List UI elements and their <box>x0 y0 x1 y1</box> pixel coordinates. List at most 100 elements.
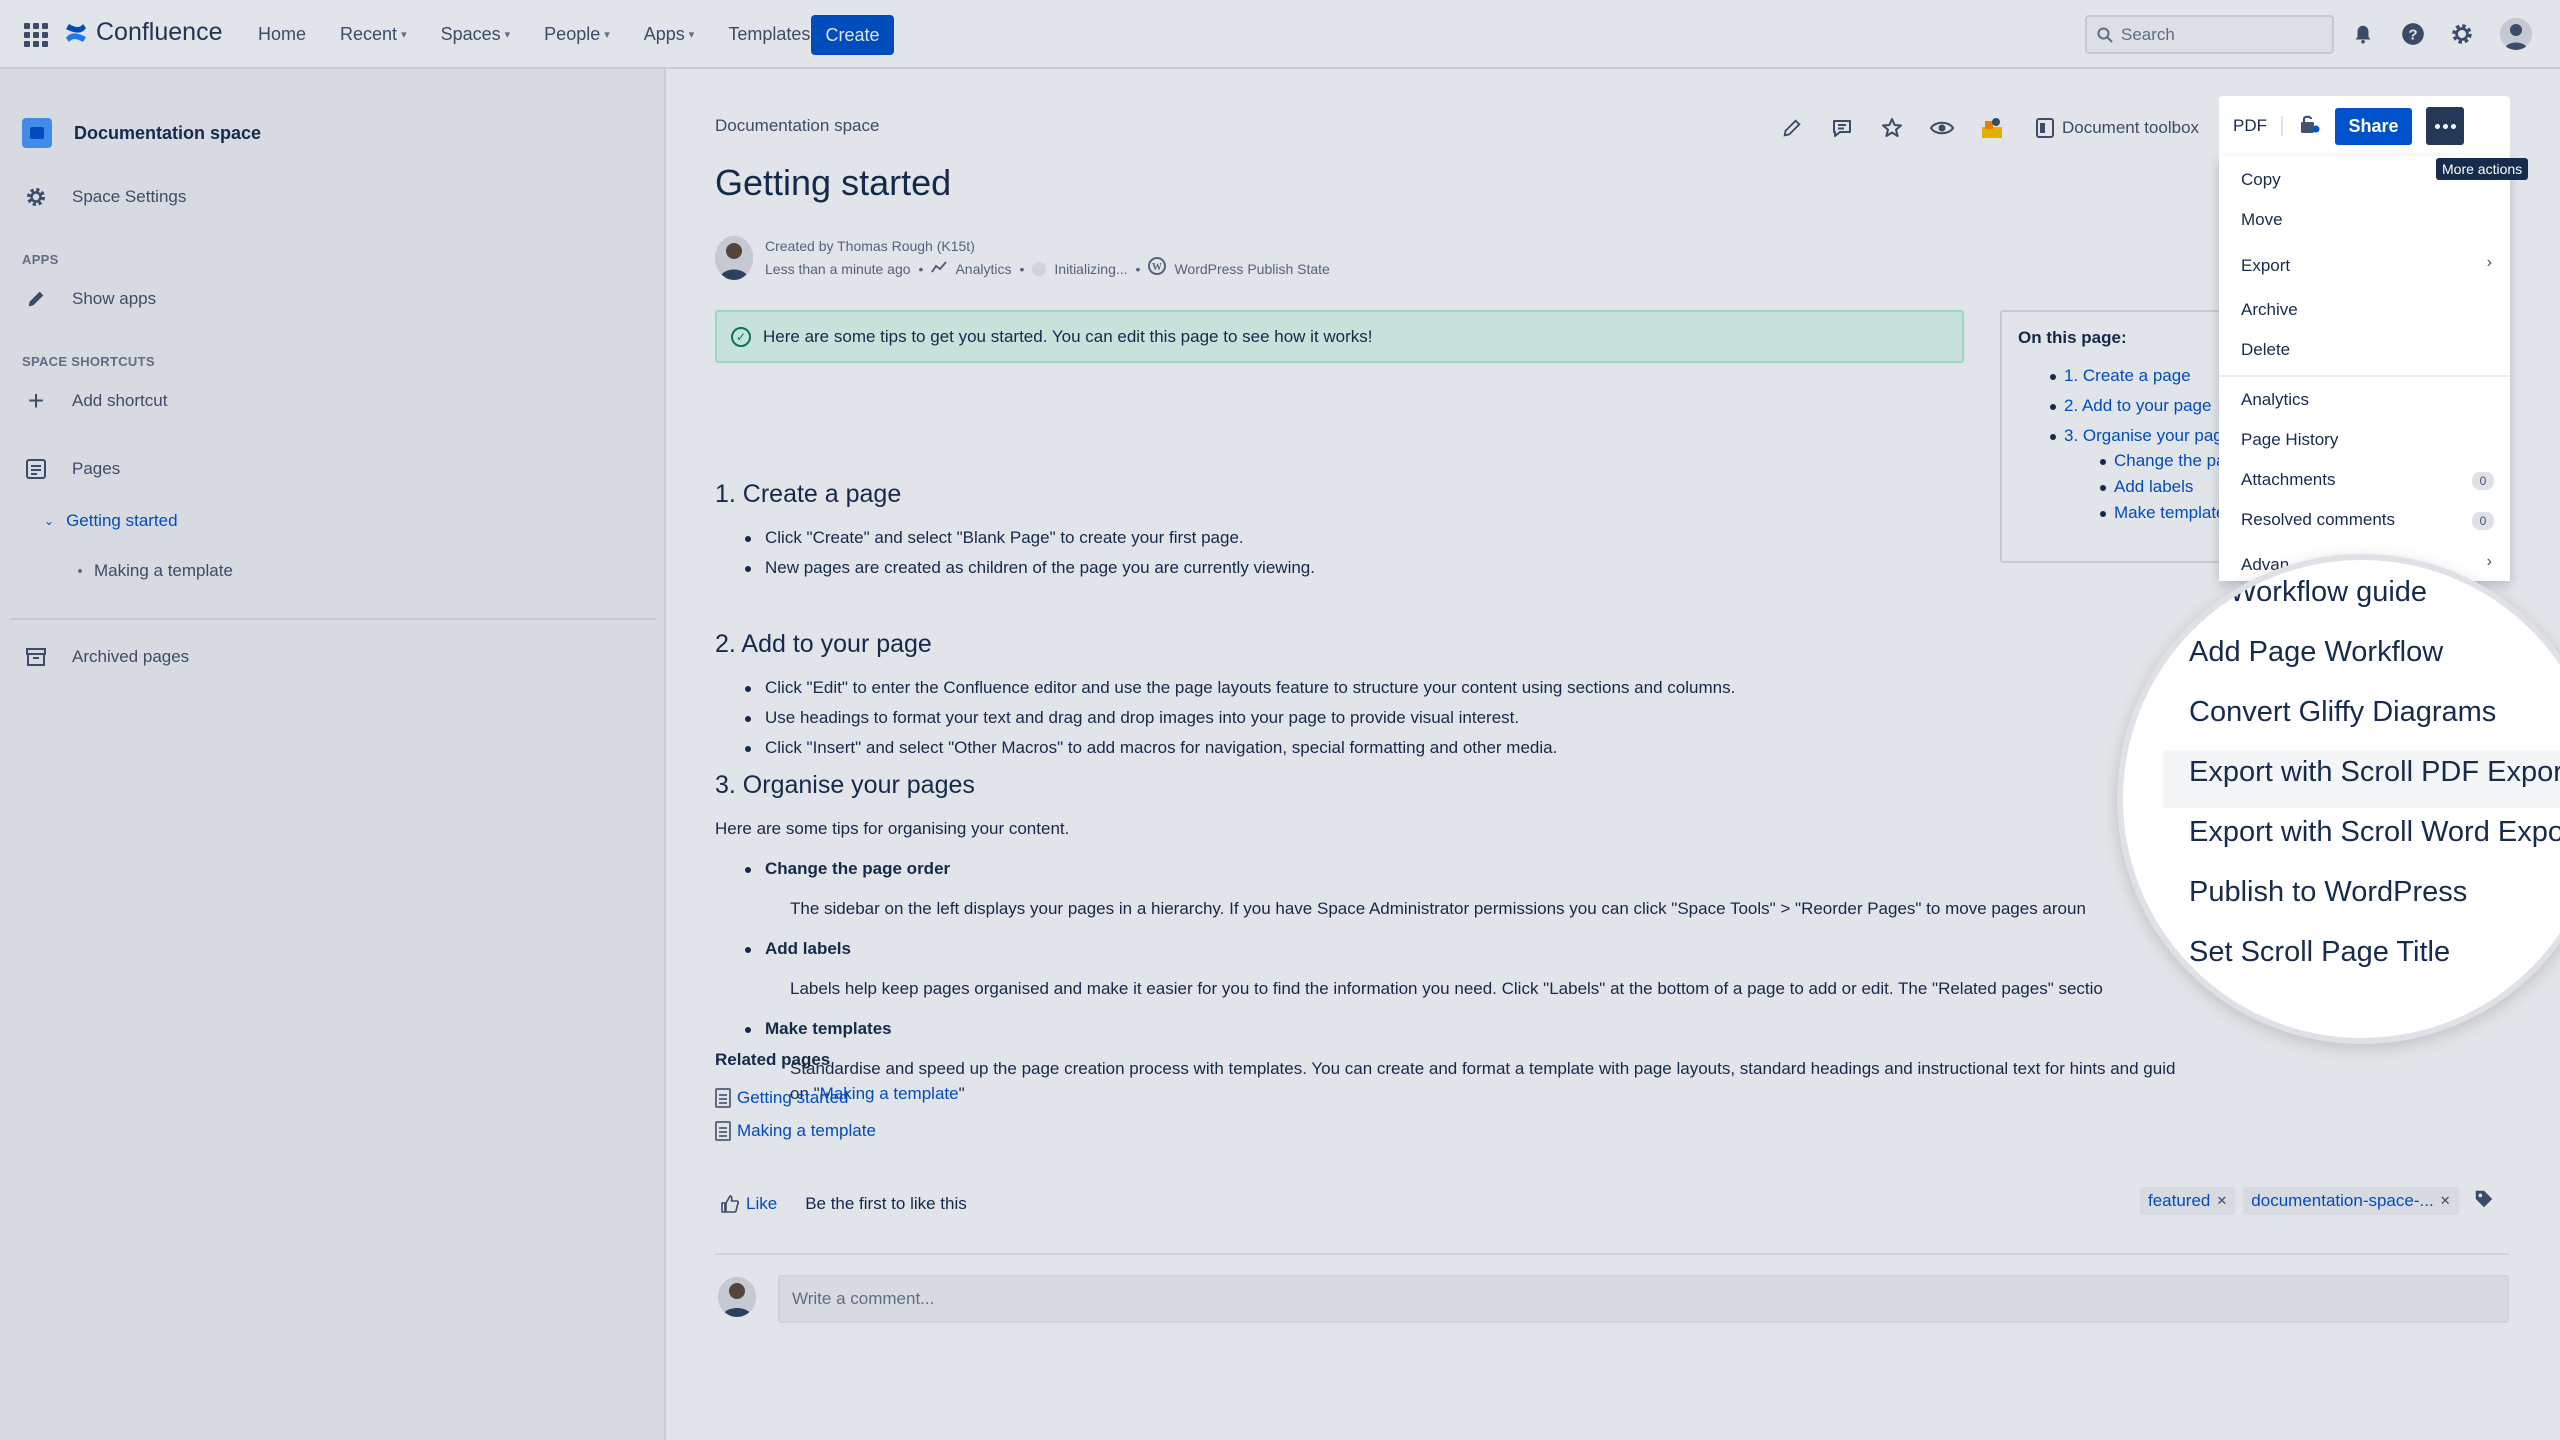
user-avatar[interactable] <box>2500 18 2532 50</box>
list-item-heading: Make templates <box>745 1019 892 1038</box>
menu-item-set-scroll-page-title[interactable]: Set Scroll Page Title <box>2189 936 2450 969</box>
create-button[interactable]: Create <box>811 15 894 55</box>
comment-icon[interactable] <box>1828 114 1856 142</box>
toc-link[interactable]: 3. Organise your pag <box>2064 426 2223 446</box>
last-updated-text[interactable]: Less than a minute ago <box>765 259 911 280</box>
nav-templates[interactable]: Templates <box>720 18 818 51</box>
created-by-text: Created by Thomas Rough (K15t) <box>765 238 975 254</box>
comment-placeholder: Write a comment... <box>792 1289 935 1308</box>
nav-apps[interactable]: Apps ▾ <box>636 18 703 51</box>
related-page-item[interactable]: Getting started <box>715 1088 849 1108</box>
toc-link[interactable]: Add labels <box>2114 477 2193 497</box>
label-text[interactable]: featured <box>2148 1191 2210 1211</box>
tree-item-label: Making a template <box>94 561 233 580</box>
toc-link[interactable]: 1. Create a page <box>2064 366 2191 386</box>
pages-link[interactable]: Pages <box>22 455 120 483</box>
archived-pages-link[interactable]: Archived pages <box>22 643 189 671</box>
nav-people[interactable]: People ▾ <box>536 18 618 51</box>
menu-item-copy[interactable]: Copy <box>2241 170 2281 190</box>
settings-gear-icon[interactable] <box>2448 20 2476 48</box>
menu-item-scroll-word-exporter[interactable]: Export with Scroll Word Exporter <box>2189 816 2560 849</box>
info-panel-text: Here are some tips to get you started. Y… <box>763 326 1373 346</box>
show-apps-link[interactable]: Show apps <box>22 285 156 313</box>
comment-divider <box>715 1253 2509 1255</box>
primary-nav: Home Recent ▾ Spaces ▾ People ▾ Apps ▾ Templ… <box>250 0 818 68</box>
document-toolbox-button[interactable]: Document toolbox <box>2036 118 2199 138</box>
tree-item-making-a-template[interactable]: Making a template <box>78 561 233 581</box>
notifications-icon[interactable] <box>2349 20 2377 48</box>
star-icon[interactable] <box>1878 114 1906 142</box>
label-text[interactable]: documentation-space-... <box>2251 1191 2433 1211</box>
nav-spaces[interactable]: Spaces ▾ <box>433 18 519 51</box>
nav-home[interactable]: Home <box>250 18 314 51</box>
wordpress-icon: W <box>1148 257 1167 281</box>
breadcrumb-space[interactable]: Documentation space <box>715 116 879 135</box>
tree-item-getting-started[interactable]: ⌄ Getting started <box>44 511 178 531</box>
share-button[interactable]: Share <box>2335 107 2412 145</box>
toc-link[interactable]: Make template <box>2114 503 2226 523</box>
edit-pencil-icon[interactable] <box>1778 114 1806 142</box>
chevron-down-icon[interactable]: ⌄ <box>44 514 54 528</box>
dot-icon <box>2442 123 2448 129</box>
space-settings-label: Space Settings <box>72 187 187 206</box>
breadcrumb[interactable]: Documentation space <box>715 116 879 136</box>
list-item-heading: Add labels <box>745 939 851 958</box>
workflow-app-icon[interactable] <box>1978 114 2006 142</box>
help-icon[interactable]: ? <box>2399 20 2427 48</box>
remove-label-icon[interactable]: ✕ <box>2440 1193 2451 1209</box>
table-of-contents: On this page: 1. Create a page 2. Add to… <box>2000 310 2226 563</box>
label-chip[interactable]: featured ✕ <box>2140 1187 2236 1215</box>
comment-input[interactable]: Write a comment... <box>778 1275 2509 1323</box>
confluence-logo[interactable]: Confluence <box>64 18 222 47</box>
related-page-item[interactable]: Making a template <box>715 1121 876 1141</box>
menu-item-scroll-pdf-exporter[interactable]: Export with Scroll PDF Exporter <box>2189 756 2560 789</box>
related-page-link[interactable]: Making a template <box>737 1121 876 1141</box>
chevron-down-icon: ▾ <box>504 28 511 41</box>
analytics-link[interactable]: Analytics <box>955 259 1011 280</box>
space-settings-link[interactable]: Space Settings <box>22 183 186 211</box>
space-header[interactable]: Documentation space <box>22 118 261 148</box>
menu-item-delete[interactable]: Delete <box>2241 340 2290 360</box>
toc-link[interactable]: Change the pa <box>2114 451 2226 471</box>
list-item-heading: Change the page order <box>744 859 951 878</box>
nav-recent[interactable]: Recent ▾ <box>332 18 415 51</box>
restrictions-lock-icon[interactable] <box>2297 112 2321 141</box>
menu-item-export-label: Export <box>2241 256 2291 275</box>
space-title: Documentation space <box>74 122 262 143</box>
author-avatar[interactable] <box>715 236 753 280</box>
like-bar: Like Be the first to like this <box>720 1194 967 1214</box>
menu-item-workflow-guide[interactable]: ge Workflow guide <box>2189 576 2427 609</box>
separator-dot: • <box>1019 260 1025 277</box>
paragraph: Here are some tips for organising your c… <box>715 819 1070 838</box>
label-chip[interactable]: documentation-space-... ✕ <box>2243 1187 2459 1215</box>
menu-item-convert-gliffy[interactable]: Convert Gliffy Diagrams <box>2189 696 2496 729</box>
app-switcher-icon[interactable] <box>24 23 48 47</box>
list-item: New pages are created as children of the… <box>745 558 1315 577</box>
archived-pages-label: Archived pages <box>72 647 190 666</box>
menu-item-add-page-workflow[interactable]: Add Page Workflow <box>2189 636 2443 669</box>
pdf-export-button[interactable]: PDF <box>2233 116 2283 136</box>
add-shortcut-link[interactable]: + Add shortcut <box>22 385 168 416</box>
menu-item-page-history[interactable]: Page History <box>2241 430 2338 450</box>
dot-icon <box>2434 123 2440 129</box>
search-placeholder: Search <box>2121 24 2175 44</box>
more-actions-button[interactable] <box>2426 107 2464 145</box>
wordpress-publish-state[interactable]: WordPress Publish State <box>1174 259 1329 280</box>
menu-item-attachments[interactable]: Attachments <box>2241 470 2336 490</box>
dot-icon <box>2450 123 2456 129</box>
menu-item-export[interactable]: Export <box>2241 256 2491 276</box>
bullet-icon <box>2050 404 2056 410</box>
search-input[interactable]: Search <box>2085 15 2334 54</box>
like-button[interactable]: Like <box>720 1194 777 1214</box>
chevron-down-icon: ▾ <box>401 28 407 41</box>
menu-item-move[interactable]: Move <box>2241 210 2283 230</box>
menu-item-resolved-comments[interactable]: Resolved comments <box>2241 510 2395 530</box>
watch-eye-icon[interactable] <box>1928 114 1956 142</box>
remove-label-icon[interactable]: ✕ <box>2216 1193 2227 1209</box>
menu-item-analytics[interactable]: Analytics <box>2241 390 2309 410</box>
tag-icon[interactable] <box>2473 1188 2495 1215</box>
menu-item-publish-wordpress[interactable]: Publish to WordPress <box>2189 876 2467 909</box>
toc-link[interactable]: 2. Add to your page <box>2064 396 2211 416</box>
menu-item-archive[interactable]: Archive <box>2241 300 2298 320</box>
related-page-link[interactable]: Getting started <box>737 1088 849 1108</box>
